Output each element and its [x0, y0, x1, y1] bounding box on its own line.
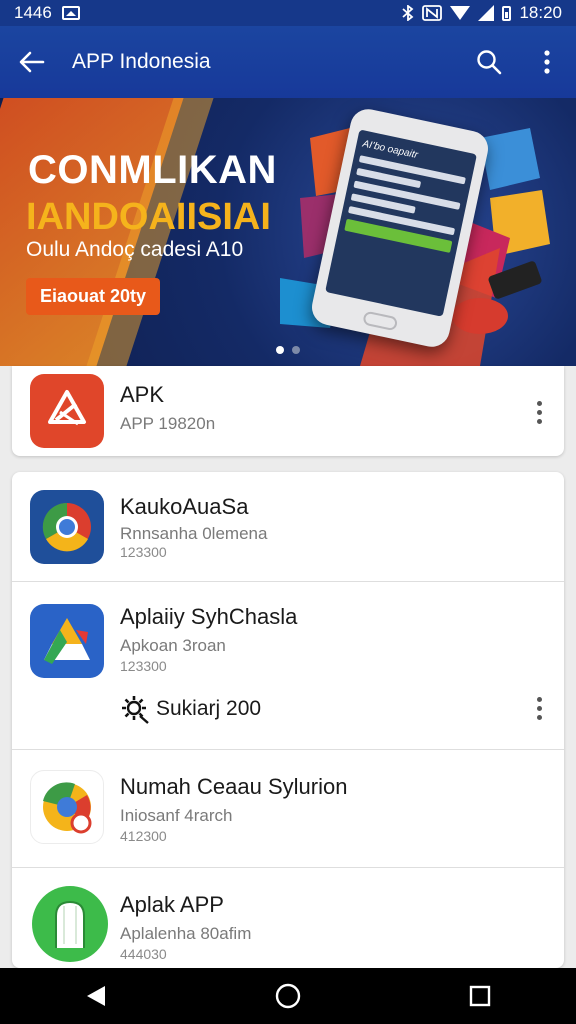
- list-item[interactable]: Aplaiiy SyhChasla Apkoan 3roan 123300 Su…: [12, 582, 564, 750]
- apk-app-icon: [30, 374, 104, 448]
- circle-home-icon: [275, 983, 301, 1009]
- back-button[interactable]: [0, 26, 64, 98]
- app-size: 123300: [120, 658, 167, 674]
- carousel-dot[interactable]: [292, 346, 300, 354]
- wifi-icon: [450, 6, 471, 20]
- carousel-dot-active[interactable]: [276, 346, 284, 354]
- page-title: APP Indonesia: [72, 50, 211, 73]
- app-action[interactable]: Sukiarj 200: [120, 694, 261, 724]
- list-item[interactable]: Aplak APP Aplalenha 80afim 444030: [12, 868, 564, 968]
- carousel-indicator: [0, 346, 576, 354]
- app-size: 444030: [120, 946, 167, 962]
- nav-recents-button[interactable]: [440, 968, 520, 1024]
- bluetooth-icon: [402, 5, 414, 21]
- status-time-right: 18:20: [519, 3, 562, 22]
- app-name: Aplak APP: [120, 892, 224, 917]
- list-item[interactable]: APK APP 19820n: [12, 366, 564, 456]
- chrome-app-icon: [30, 770, 104, 844]
- system-navigation-bar: [0, 968, 576, 1024]
- search-icon: [477, 50, 502, 75]
- nav-home-button[interactable]: [248, 968, 328, 1024]
- banner-cta-button[interactable]: Eiaouat 20ty: [26, 278, 161, 315]
- app-size: 412300: [120, 828, 167, 844]
- app-subtitle: Aplalenha 80afim: [120, 924, 252, 943]
- arrow-back-icon: [19, 51, 45, 73]
- list-item[interactable]: KaukoAuaSa Rnnsanha 0lemena 123300: [12, 472, 564, 582]
- app-name: KaukoAuaSa: [120, 494, 249, 519]
- app-overflow-button[interactable]: [522, 392, 556, 432]
- app-name: Aplaiiy SyhChasla: [120, 604, 298, 629]
- banner-headline: CONMLIKAN: [28, 148, 277, 192]
- list-item[interactable]: Numah Ceaau Sylurion Iniosanf 4rarch 412…: [12, 750, 564, 868]
- banner-headline-secondary: IANDOAIISIAI: [26, 196, 271, 238]
- app-list: APK APP 19820n KaukoAuaSa Rnnsanha 0leme…: [12, 366, 564, 968]
- drive-app-icon: [30, 604, 104, 678]
- app-list-group: KaukoAuaSa Rnnsanha 0lemena 123300 Aplai…: [12, 472, 564, 968]
- app-subtitle: Rnnsanha 0lemena: [120, 524, 268, 543]
- promo-banner[interactable]: CONMLIKAN IANDOAIISIAI Oulu Andoç cadesi…: [0, 98, 576, 366]
- app-size: 123300: [120, 544, 167, 560]
- app-action-label: Sukiarj 200: [156, 697, 262, 720]
- nav-back-button[interactable]: [56, 968, 136, 1024]
- search-button[interactable]: [460, 26, 518, 98]
- overflow-menu-button[interactable]: [518, 26, 576, 98]
- gear-icon: [122, 696, 149, 724]
- nfc-icon: [422, 5, 443, 21]
- app-subtitle: Iniosanf 4rarch: [120, 806, 233, 825]
- square-recents-icon: [469, 985, 491, 1007]
- banner-subline: Oulu Andoç cadesi A10: [26, 238, 244, 261]
- triangle-back-icon: [87, 986, 105, 1006]
- app-name: APK: [120, 382, 165, 407]
- signal-icon: [478, 5, 495, 21]
- chrome-app-icon: [30, 490, 104, 564]
- more-vert-icon: [544, 50, 550, 74]
- app-subtitle: Apkoan 3roan: [120, 636, 226, 655]
- app-subtitle: APP 19820n: [120, 414, 216, 433]
- app-bar: APP Indonesia: [0, 26, 576, 98]
- app-icon: [30, 884, 108, 962]
- status-time-left: 1446: [14, 3, 52, 22]
- app-overflow-button[interactable]: [522, 688, 556, 728]
- app-name: Numah Ceaau Sylurion: [120, 774, 348, 799]
- status-bar: 1446 18:20: [0, 0, 576, 26]
- gallery-notification-icon: [61, 6, 80, 20]
- battery-icon: [502, 5, 512, 21]
